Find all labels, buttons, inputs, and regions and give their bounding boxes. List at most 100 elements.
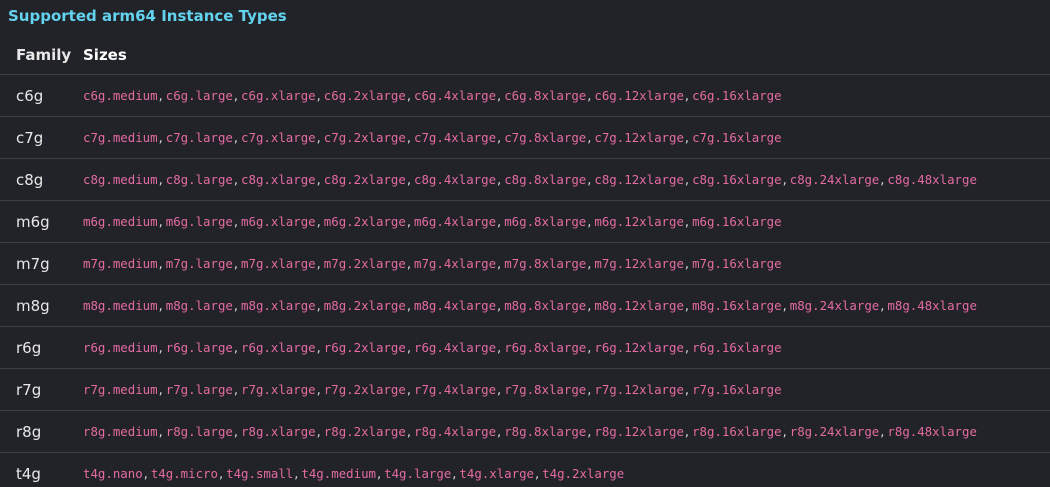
instance-size-code: m6g.medium: [83, 213, 158, 229]
size-separator: ,: [233, 298, 239, 314]
size-separator: ,: [497, 382, 502, 398]
instance-size-code: r7g.4xlarge: [413, 381, 497, 397]
instance-size-code: m6g.16xlarge: [692, 213, 782, 229]
size-separator: ,: [233, 214, 239, 230]
sizes-cell: c6g.medium, c6g.large, c6g.xlarge, c6g.2xla…: [83, 74, 1050, 117]
instance-size-code: m6g.12xlarge: [594, 213, 684, 229]
size-separator: ,: [316, 172, 321, 188]
instance-size-code: r8g.4xlarge: [413, 423, 497, 439]
instance-size-code: r8g.8xlarge: [504, 423, 587, 439]
size-separator: ,: [684, 382, 690, 398]
instance-size-code: r6g.medium: [83, 339, 158, 355]
size-separator: ,: [233, 424, 239, 440]
instance-size-code: m6g.2xlarge: [323, 213, 406, 229]
instance-size-code: t4g.micro: [150, 465, 218, 481]
size-separator: ,: [158, 340, 163, 356]
sizes-cell: c8g.medium, c8g.large, c8g.xlarge, c8g.2xla…: [83, 158, 1050, 201]
table-header: Family Sizes: [0, 35, 1050, 75]
instance-size-code: m8g.24xlarge: [789, 297, 880, 313]
instance-size-code: r6g.large: [165, 339, 233, 355]
size-separator: ,: [316, 256, 321, 272]
family-cell: r8g: [0, 410, 83, 453]
instance-size-code: m6g.large: [165, 213, 233, 229]
instance-size-code: m8g.xlarge: [241, 297, 316, 313]
size-separator: ,: [684, 172, 690, 188]
instance-size-code: r7g.8xlarge: [504, 381, 587, 397]
instance-size-code: r7g.large: [165, 381, 233, 397]
table-row: c6g c6g.medium, c6g.large, c6g.xlarge, c6g.2…: [0, 74, 1050, 117]
instance-size-code: m8g.large: [165, 297, 233, 313]
instance-size-code: m7g.4xlarge: [413, 255, 497, 271]
instance-size-code: m8g.4xlarge: [413, 297, 497, 313]
instance-size-code: m8g.2xlarge: [323, 297, 406, 313]
family-cell: t4g: [16, 464, 41, 483]
family-cell: m8g: [0, 284, 83, 327]
table-row: r7g r7g.medium, r7g.large, r7g.xlarge, r7g.2…: [0, 368, 1050, 411]
size-separator: ,: [497, 88, 502, 104]
instance-size-code: m7g.2xlarge: [323, 255, 406, 271]
size-separator: ,: [316, 382, 321, 398]
instance-size-code: c8g.medium: [83, 171, 158, 187]
instance-size-code: r6g.8xlarge: [504, 339, 587, 355]
size-separator: ,: [497, 172, 502, 188]
instance-size-code: c6g.12xlarge: [594, 87, 684, 103]
family-cell: m6g: [0, 200, 83, 243]
instance-size-code: m8g.12xlarge: [594, 297, 684, 313]
instance-size-code: r8g.12xlarge: [594, 423, 684, 439]
size-separator: ,: [684, 340, 690, 356]
table-row: m7g m7g.medium, m7g.large, m7g.xlarge, m7g.2…: [0, 242, 1050, 285]
family-cell: r6g: [0, 326, 83, 369]
heading-suffix: Instance Types: [156, 7, 287, 25]
instance-size-code: r6g.4xlarge: [413, 339, 497, 355]
instance-size-code: m7g.xlarge: [241, 255, 316, 271]
instance-size-code: c8g.xlarge: [241, 171, 316, 187]
size-separator: ,: [316, 424, 321, 440]
size-separator: ,: [684, 130, 690, 146]
instance-size-code: c7g.xlarge: [241, 129, 316, 145]
instance-size-code: t4g.2xlarge: [542, 465, 625, 481]
size-separator: ,: [782, 298, 787, 314]
size-separator: ,: [406, 88, 411, 104]
instance-size-code: m8g.48xlarge: [887, 297, 977, 313]
size-separator: ,: [406, 298, 411, 314]
instance-size-code: t4g.medium: [301, 465, 376, 481]
instance-size-code: m7g.16xlarge: [692, 255, 782, 271]
instance-size-code: m7g.large: [165, 255, 233, 271]
size-separator: ,: [684, 424, 690, 440]
size-separator: ,: [158, 130, 163, 146]
size-separator: ,: [497, 214, 502, 230]
instance-size-code: r6g.12xlarge: [594, 339, 684, 355]
size-separator: ,: [316, 88, 321, 104]
instance-size-code: c8g.4xlarge: [413, 171, 497, 187]
size-separator: ,: [406, 382, 411, 398]
instance-size-code: m6g.xlarge: [241, 213, 316, 229]
instance-size-code: r7g.xlarge: [241, 381, 316, 397]
sizes-cell: r8g.medium, r8g.large, r8g.xlarge, r8g.2xla…: [83, 410, 1050, 453]
instance-size-code: c7g.2xlarge: [323, 129, 406, 145]
size-separator: ,: [497, 298, 502, 314]
size-separator: ,: [684, 88, 690, 104]
sizes-cell: r7g.medium, r7g.large, r7g.xlarge, r7g.2xla…: [83, 368, 1050, 411]
instance-size-code: r6g.2xlarge: [323, 339, 406, 355]
size-separator: ,: [684, 214, 690, 230]
sizes-cell: m6g.medium, m6g.large, m6g.xlarge, m6g.2xla…: [83, 200, 1050, 243]
family-cell: r7g: [0, 368, 83, 411]
instance-size-code: c7g.16xlarge: [692, 129, 782, 145]
instance-size-code: c6g.2xlarge: [323, 87, 406, 103]
instance-size-code: r8g.2xlarge: [323, 423, 406, 439]
heading-prefix: Supported: [8, 7, 102, 25]
table-row: m8g m8g.medium, m8g.large, m8g.xlarge, m8g.2…: [0, 284, 1050, 327]
instance-size-code: c7g.4xlarge: [413, 129, 497, 145]
sizes-cell: c7g.medium, c7g.large, c7g.xlarge, c7g.2xla…: [83, 116, 1050, 159]
size-separator: ,: [782, 424, 787, 440]
instance-size-code: m7g.medium: [83, 255, 158, 271]
instance-size-code: c6g.8xlarge: [504, 87, 587, 103]
instance-size-code: c8g.large: [165, 171, 233, 187]
instance-size-code: t4g.xlarge: [459, 465, 535, 481]
size-separator: ,: [158, 298, 163, 314]
size-separator: ,: [497, 130, 502, 146]
size-separator: ,: [143, 466, 148, 482]
instance-size-code: r7g.16xlarge: [692, 381, 782, 397]
table-row: r6g r6g.medium, r6g.large, r6g.xlarge, r6g.2…: [0, 326, 1050, 369]
section-heading: Supported arm64 Instance Types: [8, 7, 287, 25]
